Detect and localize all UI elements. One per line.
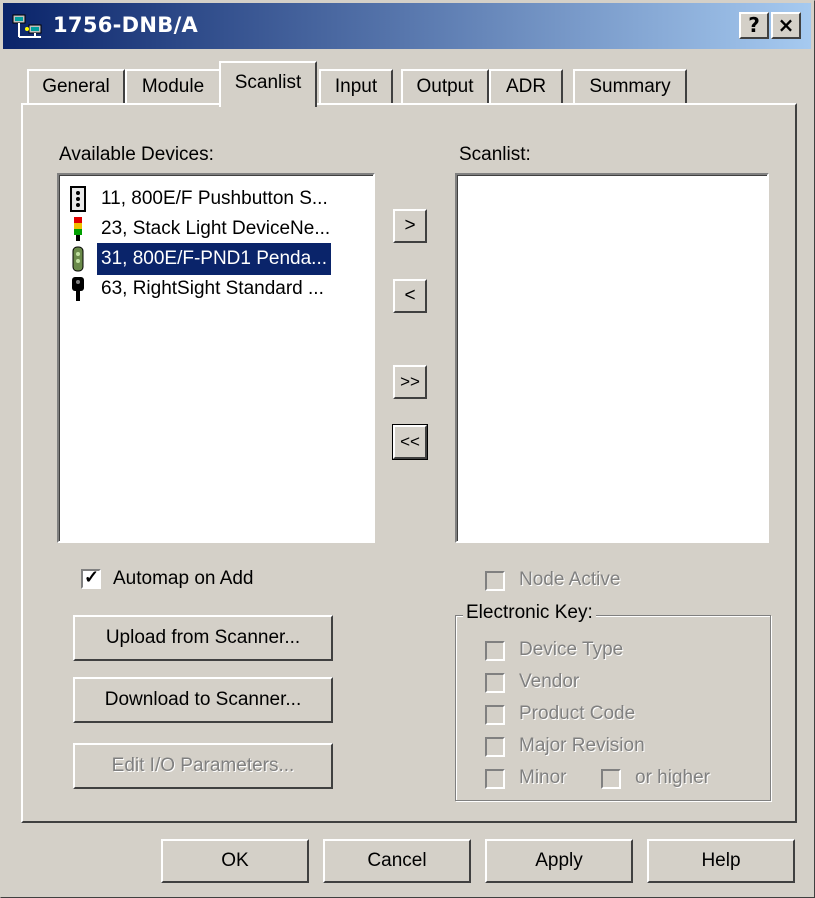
scanlist-list[interactable] [455, 173, 769, 543]
stack-light-icon [74, 217, 82, 241]
automap-checkbox[interactable]: ✓ [81, 567, 101, 589]
checkmark-icon: ✓ [84, 567, 100, 587]
automap-label: Automap on Add [113, 568, 254, 589]
edit-io-parameters-button[interactable]: Edit I/O Parameters... [73, 743, 333, 789]
node-active-checkbox[interactable] [485, 571, 505, 591]
device-label: 23, Stack Light DeviceNe... [101, 218, 331, 239]
device-label: 11, 800E/F Pushbutton S... [101, 188, 328, 209]
add-all-button[interactable]: >> [393, 365, 427, 399]
close-button[interactable]: × [771, 12, 801, 39]
help-title-button[interactable]: ? [739, 12, 769, 39]
tab-general[interactable]: General [27, 69, 125, 103]
list-item[interactable]: 11, 800E/F Pushbutton S... [65, 183, 375, 215]
minor-checkbox[interactable] [485, 769, 505, 789]
cancel-button[interactable]: Cancel [323, 839, 471, 883]
pushbutton-icon [70, 186, 86, 212]
vendor-checkbox[interactable] [485, 673, 505, 693]
available-devices-label: Available Devices: [59, 144, 214, 165]
apply-button[interactable]: Apply [485, 839, 633, 883]
tab-adr[interactable]: ADR [489, 69, 563, 103]
tab-scanlist[interactable]: Scanlist [219, 61, 317, 107]
device-type-label: Device Type [519, 639, 624, 660]
available-devices-list[interactable]: 11, 800E/F Pushbutton S... 23, Stack Lig… [57, 173, 375, 543]
help-button[interactable]: Help [647, 839, 795, 883]
tab-input[interactable]: Input [319, 69, 393, 103]
list-item-selected[interactable]: 31, 800E/F-PND1 Penda... [65, 242, 375, 276]
sensor-icon [72, 277, 84, 301]
or-higher-checkbox[interactable] [601, 769, 621, 789]
tab-module[interactable]: Module [125, 69, 221, 103]
remove-device-button[interactable]: < [393, 279, 427, 313]
remove-all-button[interactable]: << [392, 424, 428, 460]
list-item[interactable]: 63, RightSight Standard ... [65, 273, 375, 305]
scanlist-label: Scanlist: [459, 144, 531, 165]
add-device-button[interactable]: > [393, 209, 427, 243]
major-revision-checkbox[interactable] [485, 737, 505, 757]
window-title: 1756-DNB/A [53, 13, 199, 37]
network-app-icon [12, 14, 42, 38]
node-active-label: Node Active [519, 569, 621, 590]
device-label: 63, RightSight Standard ... [101, 278, 324, 299]
tab-summary[interactable]: Summary [573, 69, 687, 103]
download-to-scanner-button[interactable]: Download to Scanner... [73, 677, 333, 723]
electronic-key-label: Electronic Key: [463, 602, 596, 624]
list-item[interactable]: 23, Stack Light DeviceNe... [65, 213, 375, 245]
product-code-label: Product Code [519, 703, 636, 724]
minor-label: Minor [519, 767, 567, 788]
major-revision-label: Major Revision [519, 735, 645, 756]
product-code-checkbox[interactable] [485, 705, 505, 725]
tab-output[interactable]: Output [401, 69, 489, 103]
device-type-checkbox[interactable] [485, 641, 505, 661]
dialog-window: 1756-DNB/A ? × General Module Scanlist I… [0, 0, 815, 898]
pendant-icon [72, 246, 84, 272]
vendor-label: Vendor [519, 671, 580, 692]
device-label: 31, 800E/F-PND1 Penda... [95, 242, 333, 276]
or-higher-label: or higher [635, 767, 710, 788]
ok-button[interactable]: OK [161, 839, 309, 883]
title-bar[interactable]: 1756-DNB/A ? × [3, 3, 811, 49]
upload-from-scanner-button[interactable]: Upload from Scanner... [73, 615, 333, 661]
